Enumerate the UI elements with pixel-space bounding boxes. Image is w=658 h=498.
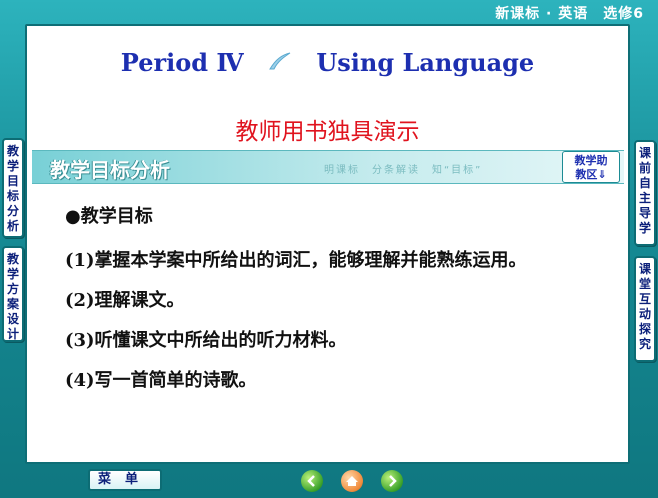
objectives-heading: ●教学目标 <box>65 206 153 227</box>
teaching-aid-line2: 教区⇓ <box>575 168 607 181</box>
right-tab-preview[interactable]: 课前自主导学 <box>634 140 656 246</box>
page-title: Period Ⅳ Using Language <box>27 48 628 77</box>
objectives-text: ●教学目标 (1)掌握本学案中所给出的词汇，能够理解并能熟练运用。 (2)理解课… <box>65 202 621 396</box>
subtitle: 教师用书独具演示 <box>235 119 420 145</box>
objective-item: (1)掌握本学案中所给出的词汇，能够理解并能熟练运用。 <box>65 250 527 271</box>
right-tab-label: 课堂互动探究 <box>638 262 651 351</box>
objective-item: (4)写一首简单的诗歌。 <box>65 370 257 391</box>
teaching-aid-line1: 教学助 <box>574 154 608 167</box>
banner-subtitle: 明课标 分条解读 知“目标” <box>324 165 483 176</box>
objective-item: (3)听懂课文中所给出的听力材料。 <box>65 330 347 351</box>
title-right: Using Language <box>316 48 535 77</box>
left-tab-label: 教学方案设计 <box>6 252 19 341</box>
left-tab-plan[interactable]: 教学方案设计 <box>2 246 24 342</box>
objective-item: (2)理解课文。 <box>65 290 185 311</box>
right-tab-label: 课前自主导学 <box>638 146 651 235</box>
left-tab-label: 教学目标分析 <box>6 144 19 233</box>
back-icon[interactable] <box>301 470 323 492</box>
section-banner: 教学目标分析 明课标 分条解读 知“目标” 教学助 教区⇓ <box>32 150 624 184</box>
left-tab-objectives[interactable]: 教学目标分析 <box>2 138 24 238</box>
decorative-swoosh-icon <box>268 48 292 77</box>
forward-icon[interactable] <box>381 470 403 492</box>
title-left: Period Ⅳ <box>120 48 244 77</box>
right-tab-interactive[interactable]: 课堂互动探究 <box>634 256 656 362</box>
home-icon[interactable] <box>341 470 363 492</box>
teaching-aid-button[interactable]: 教学助 教区⇓ <box>562 151 620 183</box>
slide-content: Period Ⅳ Using Language 教师用书独具演示 教学目标分析 … <box>25 24 630 464</box>
course-header: 新课标 · 英语 选修6 <box>495 6 644 22</box>
menu-button[interactable]: 菜单 <box>88 469 162 491</box>
banner-title: 教学目标分析 <box>50 158 170 182</box>
